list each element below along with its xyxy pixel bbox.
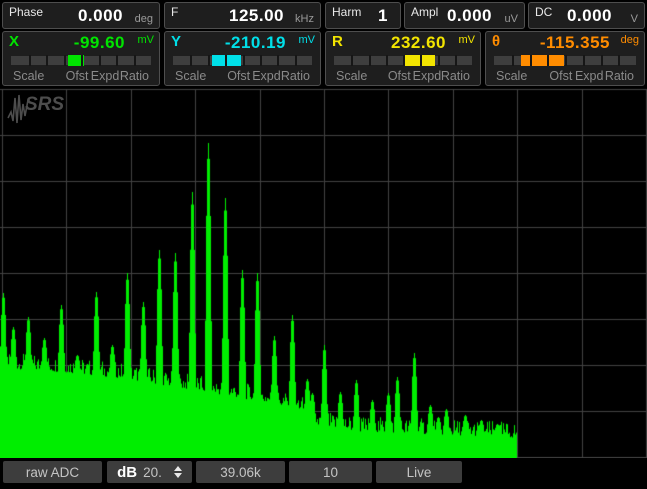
amplitude-value: 0.000 <box>447 6 492 26</box>
db-per-div-value: 20. <box>143 465 162 480</box>
frequency-panel[interactable]: F 125.00 kHz <box>164 2 321 29</box>
spinner-up-icon[interactable] <box>174 466 182 471</box>
srs-logo-text: SRS <box>25 94 64 116</box>
dc-offset-panel[interactable]: DC 0.000 V <box>528 2 645 29</box>
channel-y-offset-slider[interactable] <box>173 56 312 65</box>
frequency-unit: kHz <box>295 13 314 25</box>
channel-x-scale-key[interactable]: Scale <box>13 69 44 83</box>
channel-y-unit: mV <box>299 34 316 46</box>
db-spinner[interactable] <box>174 466 182 478</box>
average-count-button[interactable]: 10 <box>289 461 372 483</box>
channel-r-offset-slider[interactable] <box>334 56 472 65</box>
channel-y-scale-key[interactable]: Scale <box>175 69 206 83</box>
live-mode-button[interactable]: Live <box>376 461 462 483</box>
span-value: 39.06k <box>220 465 261 480</box>
channel-x-expd-key[interactable]: Expd <box>91 69 120 83</box>
channel-theta-ratio-key[interactable]: Ratio <box>605 69 634 83</box>
amplitude-label: Ampl <box>411 5 438 19</box>
db-label: dB <box>117 464 137 481</box>
channel-theta-expd-key[interactable]: Expd <box>575 69 604 83</box>
channel-x-name: X <box>9 33 19 50</box>
harmonic-value: 1 <box>378 6 388 26</box>
phase-value: 0.000 <box>78 6 123 26</box>
frequency-value: 125.00 <box>229 6 284 26</box>
harmonic-label: Harm <box>332 5 361 19</box>
channel-r-offset-indicator <box>403 55 435 66</box>
channel-y-ratio-key[interactable]: Ratio <box>281 69 310 83</box>
channel-theta-scale-key[interactable]: Scale <box>496 69 527 83</box>
source-label: raw ADC <box>26 465 79 480</box>
channel-x-offset-slider[interactable] <box>11 56 151 65</box>
average-count-value: 10 <box>323 465 338 480</box>
channel-r-expd-key[interactable]: Expd <box>413 69 442 83</box>
amplitude-panel[interactable]: Ampl 0.000 uV <box>404 2 525 29</box>
channel-x-panel[interactable]: X -99.60 mV Scale Ofst Expd Ratio <box>2 31 160 86</box>
channel-r-unit: mV <box>459 34 476 46</box>
frequency-label: F <box>171 5 178 19</box>
dc-offset-label: DC <box>535 5 552 19</box>
channel-r-ratio-key[interactable]: Ratio <box>441 69 470 83</box>
channel-x-value: -99.60 <box>74 33 125 53</box>
channel-x-ofst-key[interactable]: Ofst <box>66 69 89 83</box>
dc-offset-unit: V <box>631 13 638 25</box>
bottom-toolbar: raw ADC dB 20. 39.06k 10 Live <box>0 458 647 489</box>
channel-y-expd-key[interactable]: Expd <box>252 69 281 83</box>
channel-y-panel[interactable]: Y -210.19 mV Scale Ofst Expd Ratio <box>164 31 321 86</box>
channel-theta-name: θ <box>492 33 500 50</box>
source-button[interactable]: raw ADC <box>3 461 102 483</box>
channel-theta-offset-slider[interactable] <box>494 56 636 65</box>
amplitude-unit: uV <box>505 13 518 25</box>
channel-x-unit: mV <box>138 34 155 46</box>
span-button[interactable]: 39.06k <box>196 461 285 483</box>
harmonic-panel[interactable]: Harm 1 <box>325 2 401 29</box>
live-mode-label: Live <box>407 465 432 480</box>
spectrum-plot[interactable] <box>0 87 647 458</box>
phase-label: Phase <box>9 5 43 19</box>
channel-theta-ofst-key[interactable]: Ofst <box>549 69 572 83</box>
channel-r-value: 232.60 <box>391 33 446 53</box>
channel-x-ratio-key[interactable]: Ratio <box>120 69 149 83</box>
channel-r-ofst-key[interactable]: Ofst <box>388 69 411 83</box>
channel-y-name: Y <box>171 33 181 50</box>
srs-logo: SRS <box>7 92 67 124</box>
channel-r-scale-key[interactable]: Scale <box>336 69 367 83</box>
dc-offset-value: 0.000 <box>567 6 612 26</box>
db-scale-button[interactable]: dB 20. <box>107 461 192 483</box>
spinner-down-icon[interactable] <box>174 473 182 478</box>
channel-theta-unit: deg <box>621 34 639 46</box>
channel-y-value: -210.19 <box>225 33 286 53</box>
channel-y-ofst-key[interactable]: Ofst <box>227 69 250 83</box>
channel-r-name: R <box>332 33 343 50</box>
channel-r-panel[interactable]: R 232.60 mV Scale Ofst Expd Ratio <box>325 31 481 86</box>
channel-theta-value: -115.355 <box>540 33 610 53</box>
phase-unit: deg <box>135 13 153 25</box>
lockin-display: Phase 0.000 deg F 125.00 kHz Harm 1 Ampl… <box>0 0 647 489</box>
phase-panel[interactable]: Phase 0.000 deg <box>2 2 160 29</box>
channel-theta-panel[interactable]: θ -115.355 deg Scale Ofst Expd Ratio <box>485 31 645 86</box>
channel-theta-offset-indicator <box>521 55 564 66</box>
